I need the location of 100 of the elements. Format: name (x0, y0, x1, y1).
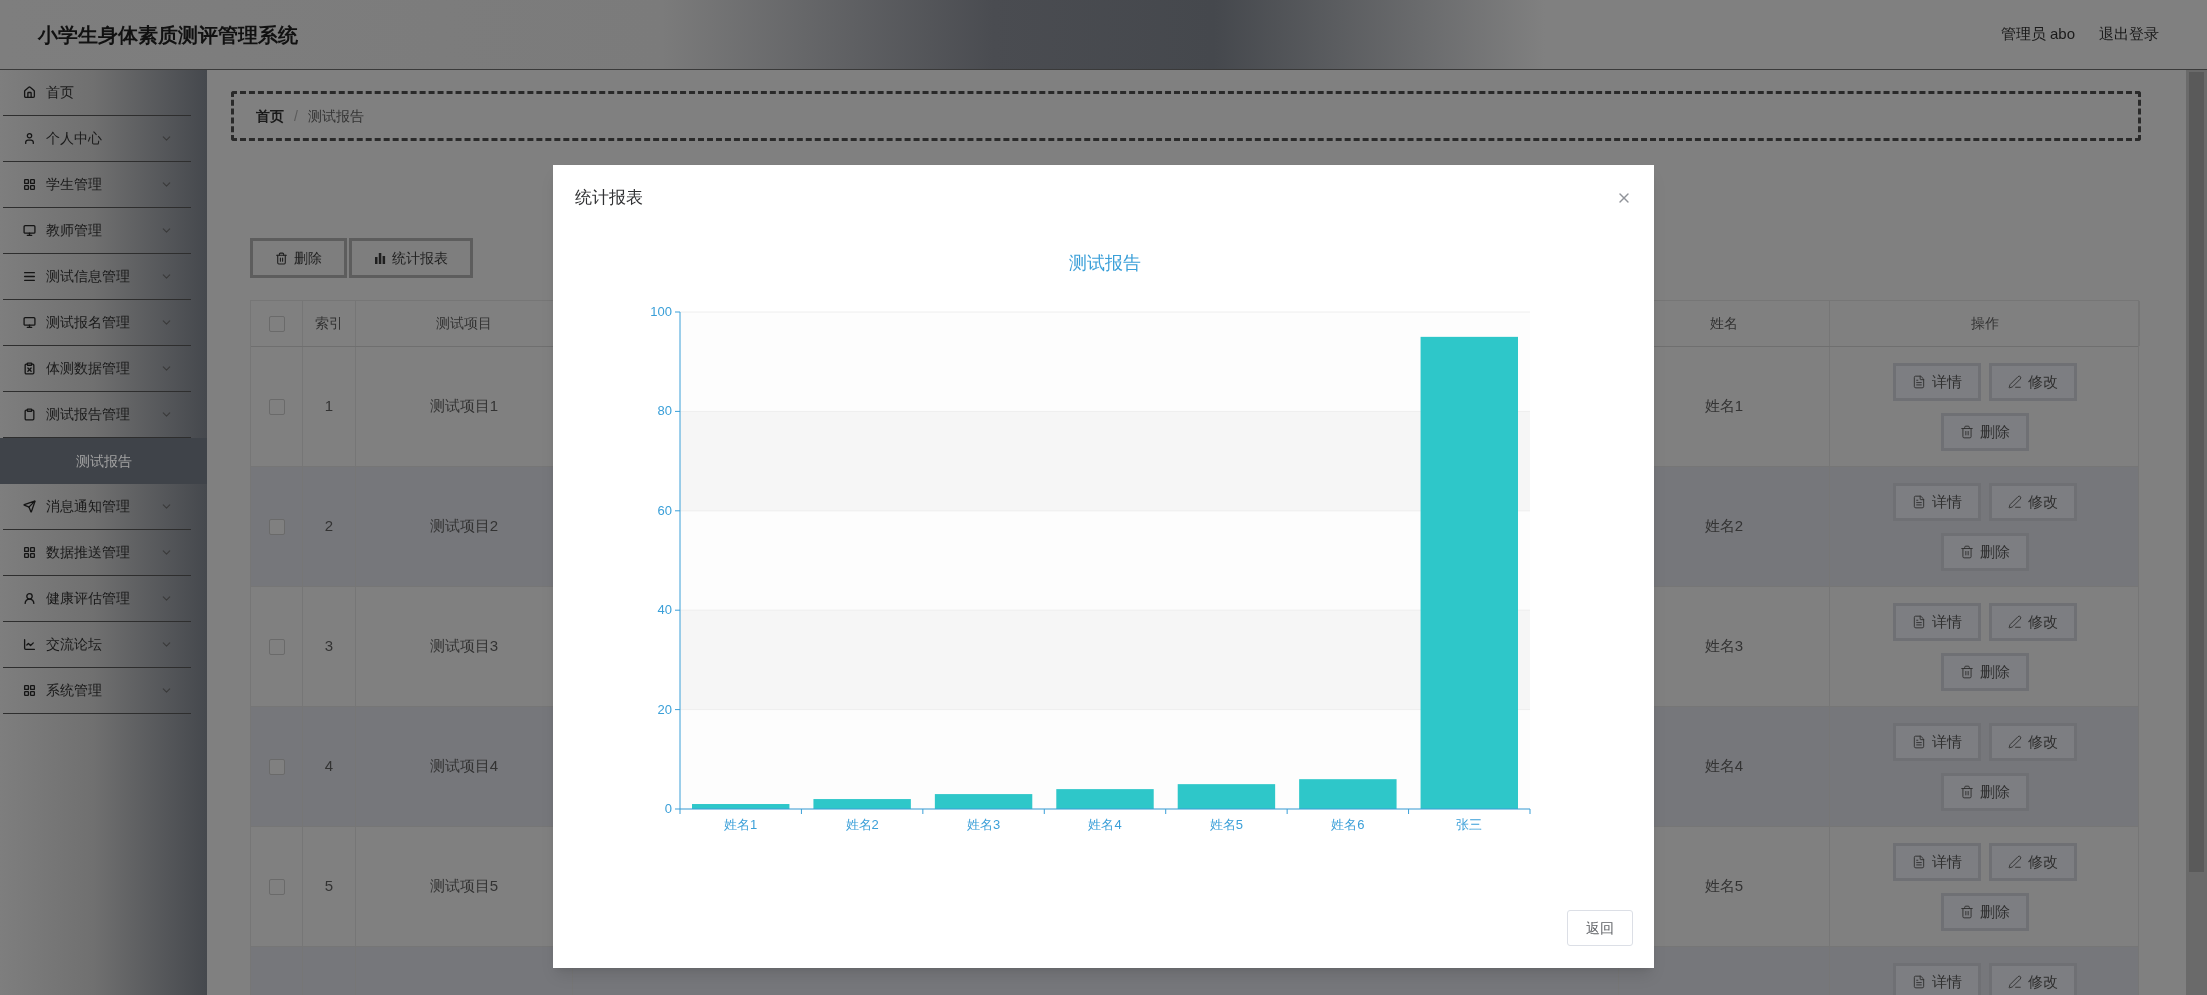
delete-button[interactable]: 删除 (1941, 893, 2029, 931)
details-button[interactable]: 详情 (1893, 963, 1981, 995)
sidebar-item[interactable]: 测试信息管理 (3, 254, 191, 300)
edit-button[interactable]: 修改 (1989, 603, 2077, 641)
pen-icon (2008, 975, 2022, 989)
list-icon (23, 270, 36, 283)
edit-button[interactable]: 修改 (1989, 483, 2077, 521)
monitor-icon (23, 316, 36, 329)
axis-category-label: 姓名1 (724, 817, 758, 832)
trash-icon (1960, 425, 1974, 439)
breadcrumb-link[interactable]: 首页 (256, 105, 284, 127)
admin-username: 管理员 abo (2000, 24, 2075, 45)
sidebar-item[interactable]: 消息通知管理 (3, 484, 191, 530)
bar-chart-icon (374, 252, 386, 264)
pen-icon (2008, 495, 2022, 509)
sidebar-item[interactable]: 系统管理 (3, 668, 191, 714)
table-cell-text: 1 (324, 396, 334, 417)
sidebar-item[interactable]: 学生管理 (3, 162, 191, 208)
edit-button[interactable]: 修改 (1989, 843, 2077, 881)
table-cell-text: 测试项目5 (429, 876, 499, 897)
details-button[interactable]: 详情 (1893, 723, 1981, 761)
delete-button[interactable]: 删除 (1941, 773, 2029, 811)
edit-button[interactable]: 修改 (1989, 723, 2077, 761)
axis-tick-label: 80 (657, 403, 672, 419)
axis-tick-label: 100 (650, 304, 672, 319)
document-icon (1912, 855, 1926, 869)
delete-button[interactable]: 删除 (1941, 653, 2029, 691)
document-icon (1912, 375, 1926, 389)
trash-icon (1960, 665, 1974, 679)
user-icon (23, 592, 36, 605)
sidebar-item[interactable]: 测试报名管理 (3, 300, 191, 346)
details-button[interactable]: 详情 (1893, 603, 1981, 641)
trash-icon (1960, 905, 1974, 919)
axis-category-label: 姓名6 (1331, 817, 1365, 832)
clipboard-icon (23, 362, 36, 375)
sidebar-item[interactable]: 体测数据管理 (3, 346, 191, 392)
pen-icon (2008, 735, 2022, 749)
grid-icon (23, 178, 36, 191)
axis-category-label: 姓名3 (966, 817, 1001, 832)
table-cell-text: 姓名4 (1704, 756, 1744, 777)
sidebar-subitem[interactable]: 测试报告 (0, 438, 207, 484)
sidebar-item[interactable]: 教师管理 (3, 208, 191, 254)
table-cell-text: 姓名3 (1704, 636, 1744, 657)
sidebar-item[interactable]: 数据推送管理 (3, 530, 191, 576)
details-button[interactable]: 详情 (1893, 843, 1981, 881)
column-header: 操作 (1970, 314, 1999, 333)
back-button[interactable]: 返回 (1567, 910, 1633, 946)
report-button[interactable]: 统计报表 (349, 238, 473, 278)
sidebar-item[interactable]: 交流论坛 (3, 622, 191, 668)
table-cell-text: 2 (324, 516, 334, 537)
table-cell-text: 3 (324, 636, 334, 657)
grid-icon (23, 546, 36, 559)
document-icon (1912, 495, 1926, 509)
table-cell-text: 测试项目1 (429, 396, 499, 417)
clipboard-icon (23, 408, 36, 421)
user-icon (23, 132, 36, 145)
breadcrumb-separator: / (294, 106, 298, 126)
sidebar-item[interactable]: 个人中心 (3, 116, 191, 162)
axis-category-label: 姓名4 (1088, 817, 1122, 832)
delete-button[interactable]: 删除 (1941, 533, 2029, 571)
grid-icon (23, 684, 36, 697)
pen-icon (2008, 615, 2022, 629)
chart-icon (23, 638, 36, 651)
column-header: 姓名 (1710, 314, 1738, 333)
send-icon (23, 500, 36, 513)
axis-tick-label: 60 (657, 502, 672, 518)
sidebar-item[interactable]: 首页 (3, 70, 191, 116)
table-cell-text: 姓名5 (1704, 876, 1744, 897)
monitor-icon (23, 224, 36, 237)
delete-button[interactable]: 删除 (250, 238, 347, 278)
chart-title: 测试报告 (1069, 253, 1141, 273)
axis-tick-label: 40 (657, 602, 672, 618)
document-icon (1912, 735, 1926, 749)
table-cell-text: 姓名2 (1704, 516, 1744, 537)
home-icon (23, 86, 36, 99)
column-header: 索引 (315, 314, 343, 333)
axis-category-label: 张三 (1456, 817, 1483, 832)
axis-tick-label: 20 (657, 701, 672, 717)
details-button[interactable]: 详情 (1893, 483, 1981, 521)
delete-button[interactable]: 删除 (1941, 413, 2029, 451)
pen-icon (2008, 375, 2022, 389)
document-icon (1912, 975, 1926, 989)
pen-icon (2008, 855, 2022, 869)
logout-link[interactable]: 退出登录 (2099, 23, 2159, 46)
dialog-title: 统计报表 (575, 187, 643, 210)
table-cell-text: 测试项目2 (429, 516, 499, 537)
axis-category-label: 姓名5 (1209, 817, 1244, 832)
breadcrumb-link[interactable]: 测试报告 (307, 105, 364, 127)
details-button[interactable]: 详情 (1893, 363, 1981, 401)
table-cell-text: 4 (324, 756, 334, 777)
edit-button[interactable]: 修改 (1989, 363, 2077, 401)
edit-button[interactable]: 修改 (1989, 963, 2077, 995)
sidebar-item[interactable]: 健康评估管理 (3, 576, 191, 622)
table-cell-text: 姓名1 (1704, 396, 1744, 417)
document-icon (1912, 615, 1926, 629)
trash-icon (275, 251, 288, 265)
table-cell-text: 5 (324, 876, 334, 897)
trash-icon (1960, 545, 1974, 559)
axis-category-label: 姓名2 (845, 817, 879, 832)
app-title: 小学生身体素质测评管理系统 (38, 22, 298, 48)
